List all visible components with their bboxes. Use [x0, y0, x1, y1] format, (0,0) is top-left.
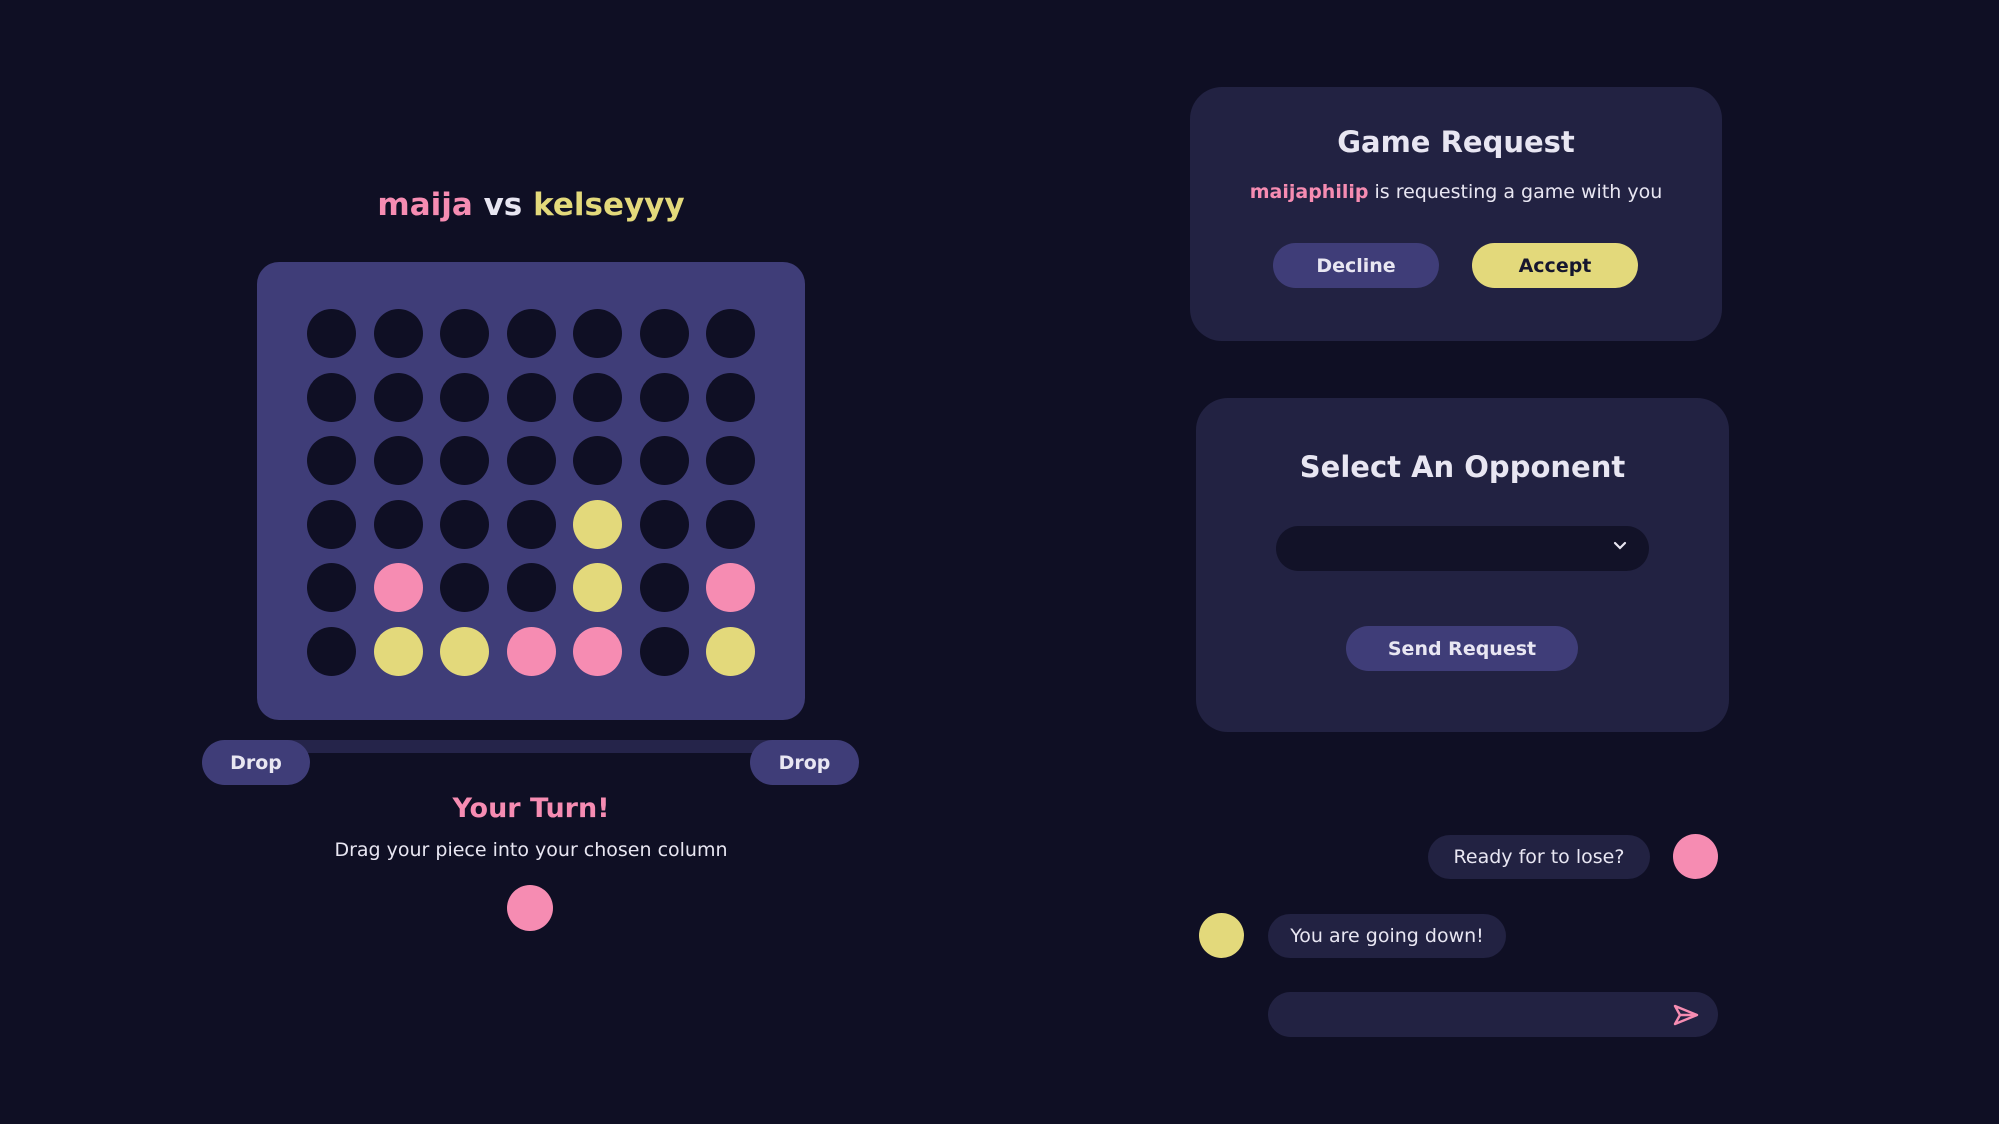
select-opponent-card: Select An Opponent Send Request: [1196, 398, 1729, 732]
board-slot: [307, 563, 356, 612]
board-slot: [307, 309, 356, 358]
board-slot: [307, 499, 356, 549]
accept-button[interactable]: Accept: [1472, 243, 1638, 288]
board-slot: [373, 499, 423, 549]
piece-pink: [506, 626, 556, 676]
chevron-down-icon: [1613, 536, 1627, 555]
requester-name: maijaphilip: [1249, 181, 1369, 203]
game-request-card: Game Request maijaphilip is requesting a…: [1190, 87, 1722, 341]
board-slot: [440, 372, 489, 422]
decline-button[interactable]: Decline: [1273, 243, 1439, 288]
board-slot: [373, 309, 423, 358]
board-slot: [706, 436, 755, 485]
player2-name: kelseyyy: [533, 187, 685, 223]
send-icon[interactable]: [1672, 1003, 1700, 1027]
turn-subtitle: Drag your piece into your chosen column: [334, 839, 728, 861]
piece-pink: [706, 563, 755, 612]
player1-name: maija: [377, 187, 473, 223]
board-slot: [706, 309, 755, 358]
board-slot: [440, 499, 489, 549]
board-slot: [307, 436, 356, 485]
board-slot: [706, 372, 755, 422]
opponent-select[interactable]: [1276, 526, 1649, 571]
board-slot: [506, 436, 556, 485]
piece-yellow: [440, 626, 489, 676]
draggable-piece[interactable]: [507, 885, 553, 931]
chat-input[interactable]: [1268, 992, 1718, 1037]
board-slot: [440, 563, 489, 612]
board-slot: [573, 309, 622, 358]
game-request-title: Game Request: [1337, 125, 1575, 159]
self-avatar: [1673, 834, 1718, 879]
board-slot: [639, 563, 689, 612]
drop-button-left[interactable]: Drop: [202, 740, 310, 785]
board-slot: [573, 436, 622, 485]
board-slot: [639, 372, 689, 422]
send-request-button[interactable]: Send Request: [1346, 626, 1578, 671]
board-slot: [506, 309, 556, 358]
game-board: [257, 262, 805, 720]
select-opponent-title: Select An Opponent: [1299, 450, 1626, 484]
game-request-message: maijaphilip is requesting a game with yo…: [1190, 181, 1722, 203]
board-slot: [639, 626, 689, 676]
board-slot: [639, 499, 689, 549]
board-slot: [373, 436, 423, 485]
board-slot: [639, 436, 689, 485]
board-slot: [373, 372, 423, 422]
match-title: maija vs kelseyyy: [258, 187, 804, 223]
piece-pink: [573, 626, 622, 676]
board-slot: [706, 499, 755, 549]
turn-title: Your Turn!: [452, 793, 610, 824]
board-slot: [506, 372, 556, 422]
board-slot: [506, 499, 556, 549]
piece-pink: [373, 563, 423, 612]
drop-button-right[interactable]: Drop: [750, 740, 859, 785]
opponent-avatar: [1199, 913, 1244, 958]
piece-yellow: [706, 626, 755, 676]
piece-yellow: [373, 626, 423, 676]
chat-message-self: Ready for to lose?: [1428, 835, 1650, 879]
board-slot: [440, 309, 489, 358]
piece-yellow: [573, 563, 622, 612]
board-slot: [307, 372, 356, 422]
board-slot: [307, 626, 356, 676]
piece-yellow: [573, 499, 622, 549]
board-slot: [573, 372, 622, 422]
request-text: is requesting a game with you: [1368, 181, 1663, 203]
drop-track: [260, 740, 810, 753]
chat-message-opponent: You are going down!: [1268, 914, 1506, 958]
vs-label: vs: [483, 187, 523, 223]
board-slot: [506, 563, 556, 612]
board-slot: [639, 309, 689, 358]
board-slot: [440, 436, 489, 485]
